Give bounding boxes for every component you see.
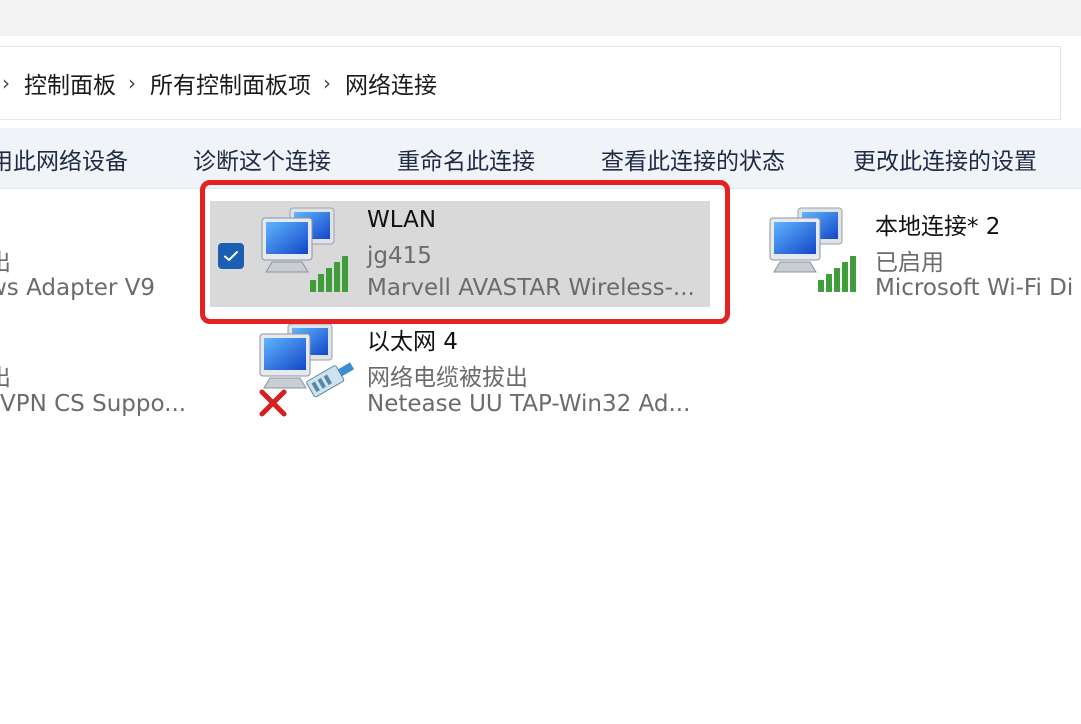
- connection-device: ws Adapter V9: [0, 275, 156, 301]
- view-status-button[interactable]: 查看此连接的状态: [601, 142, 785, 176]
- network-computers-cable-unplugged-icon: [259, 323, 355, 417]
- chevron-right-icon: ›: [323, 71, 331, 95]
- address-bar[interactable]: › 控制面板 › 所有控制面板项 › 网络连接: [0, 46, 1061, 120]
- diagnose-connection-button[interactable]: 诊断这个连接: [193, 142, 331, 176]
- chevron-right-icon: ›: [2, 71, 10, 95]
- breadcrumb-all-items[interactable]: 所有控制面板项: [150, 66, 311, 100]
- disable-device-button[interactable]: 用此网络设备: [0, 142, 128, 176]
- chevron-right-icon: ›: [128, 71, 136, 95]
- connection-name: 以太网 4: [367, 329, 458, 355]
- error-x-icon: [259, 389, 287, 417]
- connection-device: VPN CS Suppo...: [0, 391, 187, 417]
- connection-status: 出: [0, 358, 11, 392]
- highlight-annotation-box: [200, 180, 730, 324]
- change-settings-button[interactable]: 更改此连接的设置: [853, 142, 1037, 176]
- window-top-strip: [0, 0, 1081, 36]
- breadcrumb-network-connections[interactable]: 网络连接: [345, 66, 437, 100]
- connection-status: 已启用: [875, 250, 944, 276]
- connection-device: Netease UU TAP-Win32 Ad...: [367, 391, 691, 417]
- connection-status: 网络电缆被拔出: [367, 365, 528, 391]
- breadcrumb: › 控制面板 › 所有控制面板项 › 网络连接: [0, 66, 437, 100]
- connection-name: 本地连接* 2: [875, 214, 1001, 240]
- rename-connection-button[interactable]: 重命名此连接: [397, 142, 535, 176]
- connection-status: 出: [0, 243, 11, 277]
- connection-device: Microsoft Wi-Fi Di: [875, 275, 1074, 301]
- breadcrumb-control-panel[interactable]: 控制面板: [24, 66, 116, 100]
- network-computers-wireless-icon: [769, 207, 856, 292]
